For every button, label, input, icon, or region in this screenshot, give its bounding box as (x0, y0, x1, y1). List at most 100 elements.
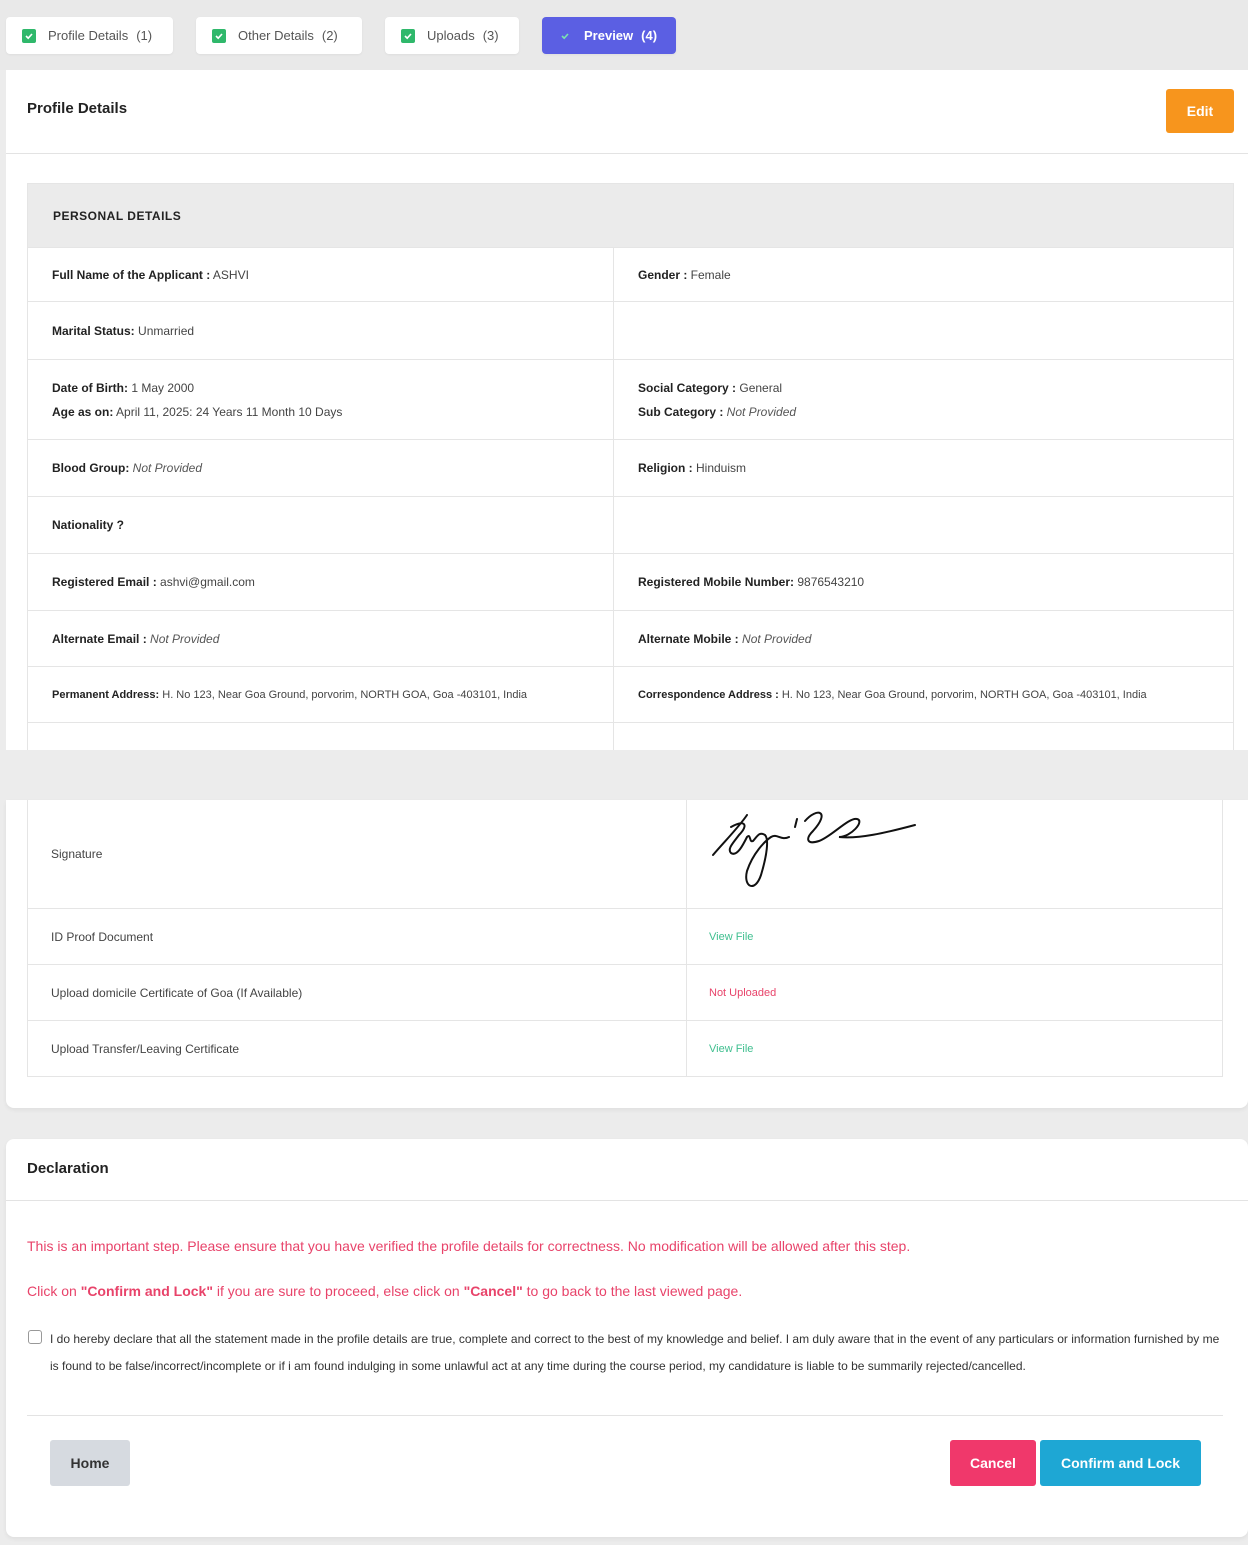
field-label: Correspondence Address : (638, 688, 779, 701)
upload-status-cell: Not Uploaded (687, 965, 1222, 1020)
field-value: April 11, 2025: 24 Years 11 Month 10 Day… (113, 404, 343, 419)
signature-cell (687, 800, 1222, 908)
dob-cell: Date of Birth: 1 May 2000 Age as on: Apr… (28, 360, 614, 439)
blood-group-cell: Blood Group: Not Provided (28, 440, 614, 496)
field-label: Registered Email : (52, 575, 157, 589)
personal-details-table: PERSONAL DETAILS Full Name of the Applic… (27, 183, 1234, 750)
table-row: Alternate Email : Not Provided Alternate… (28, 610, 1233, 666)
tab-number: (4) (641, 28, 658, 43)
empty-cell (614, 497, 1233, 553)
checkbox-checked-icon (22, 28, 36, 43)
field-label: Date of Birth: (52, 380, 128, 395)
field-label: Full Name of the Applicant : (52, 267, 211, 282)
cancel-button[interactable]: Cancel (950, 1440, 1036, 1486)
field-value: H. No 123, Near Goa Ground, porvorim, NO… (159, 688, 528, 701)
field-value: Hinduism (692, 461, 747, 475)
field-value: H. No 123, Near Goa Ground, porvorim, NO… (778, 688, 1147, 701)
alternate-email-cell: Alternate Email : Not Provided (28, 611, 614, 666)
field-label: Alternate Email : (52, 631, 147, 646)
tab-label: Uploads (427, 28, 475, 43)
upload-label: ID Proof Document (28, 909, 687, 964)
field-label: Age as on: (52, 404, 114, 419)
table-row: Permanent Address: H. No 123, Near Goa G… (28, 666, 1233, 722)
field-label: Registered Mobile Number: (638, 575, 795, 589)
field-label: Religion : (638, 461, 693, 475)
upload-label: Upload Transfer/Leaving Certificate (28, 1021, 687, 1076)
field-value: Unmarried (134, 323, 195, 338)
field-label: Alternate Mobile : (638, 631, 739, 646)
table-row-partial (28, 722, 1233, 750)
field-label: Gender : (638, 267, 688, 282)
table-row: Full Name of the Applicant : ASHVI Gende… (28, 247, 1233, 301)
religion-cell: Religion : Hinduism (614, 440, 1233, 496)
correspondence-address-cell: Correspondence Address : H. No 123, Near… (614, 667, 1233, 722)
table-row: ID Proof Document View File (28, 908, 1222, 964)
alternate-mobile-cell: Alternate Mobile : Not Provided (614, 611, 1233, 666)
field-value: Not Provided (146, 631, 220, 646)
check-icon (558, 29, 572, 43)
field-value: General (736, 380, 783, 395)
field-value: Not Provided (129, 461, 203, 475)
step-tabs: Profile Details (1) Other Details (2) Uplo… (0, 0, 1248, 70)
declaration-statement: I do hereby declare that all the stateme… (50, 1332, 1220, 1373)
view-file-link[interactable]: View File (709, 931, 753, 943)
tab-number: (1) (136, 28, 153, 43)
instruction-part: if you are sure to proceed, else click o… (212, 1283, 464, 1299)
declaration-checkbox[interactable] (28, 1330, 42, 1344)
upload-status-cell: View File (687, 909, 1222, 964)
view-file-link[interactable]: View File (709, 1043, 753, 1055)
card-header: Profile Details Edit (6, 70, 1248, 154)
section-heading: PERSONAL DETAILS (28, 184, 1233, 247)
checkbox-checked-icon (401, 28, 415, 43)
field-value: ashvi@gmail.com (156, 575, 255, 589)
confirm-emphasis: "Confirm and Lock" (80, 1283, 213, 1299)
tab-profile-details[interactable]: Profile Details (1) (6, 17, 173, 54)
page-title: Profile Details (27, 100, 128, 117)
table-row: Date of Birth: 1 May 2000 Age as on: Apr… (28, 359, 1233, 439)
tab-label: Profile Details (48, 28, 129, 43)
table-row: Marital Status: Unmarried (28, 301, 1233, 359)
uploads-table: Signature ID Proof Document View File Up… (27, 800, 1223, 1077)
edit-button[interactable]: Edit (1166, 89, 1234, 133)
tab-preview[interactable]: Preview (4) (542, 17, 676, 54)
full-name-cell: Full Name of the Applicant : ASHVI (28, 248, 614, 301)
field-value: Not Provided (723, 404, 797, 419)
tab-other-details[interactable]: Other Details (2) (196, 17, 362, 54)
field-value: ASHVI (210, 267, 249, 282)
divider (27, 1415, 1223, 1416)
cropped-cell (614, 723, 1233, 750)
field-label: Social Category : (638, 380, 737, 395)
gender-cell: Gender : Female (614, 248, 1233, 301)
warning-text: This is an important step. Please ensure… (27, 1238, 911, 1254)
declaration-title: Declaration (27, 1160, 109, 1177)
uploads-card: Signature ID Proof Document View File Up… (6, 800, 1248, 1108)
tab-label: Other Details (238, 28, 314, 43)
field-label: Marital Status: (52, 323, 135, 338)
field-value: 9876543210 (794, 575, 865, 589)
field-label: Blood Group: (52, 461, 130, 475)
tab-number: (3) (482, 28, 499, 43)
field-value: 1 May 2000 (128, 380, 195, 395)
field-label: Nationality ? (52, 518, 125, 532)
instruction-part: Click on (27, 1283, 81, 1299)
upload-label: Upload domicile Certificate of Goa (If A… (28, 965, 687, 1020)
tab-number: (2) (321, 28, 338, 43)
field-value: Female (687, 267, 731, 282)
permanent-address-cell: Permanent Address: H. No 123, Near Goa G… (28, 667, 614, 722)
table-row: Upload Transfer/Leaving Certificate View… (28, 1020, 1222, 1076)
tab-uploads[interactable]: Uploads (3) (385, 17, 519, 54)
signature-image (712, 811, 916, 887)
cropped-cell (28, 723, 614, 750)
profile-details-card: Profile Details Edit PERSONAL DETAILS Fu… (6, 70, 1248, 750)
table-row: Upload domicile Certificate of Goa (If A… (28, 964, 1222, 1020)
home-button[interactable]: Home (50, 1440, 130, 1486)
confirm-and-lock-button[interactable]: Confirm and Lock (1040, 1440, 1201, 1486)
registered-mobile-cell: Registered Mobile Number: 9876543210 (614, 554, 1233, 610)
field-label: Sub Category : (638, 404, 724, 419)
nationality-cell: Nationality ? (28, 497, 614, 553)
field-value: Not Provided (738, 631, 812, 646)
table-row: Nationality ? (28, 496, 1233, 553)
instruction-part: to go back to the last viewed page. (522, 1283, 743, 1299)
marital-status-cell: Marital Status: Unmarried (28, 302, 614, 359)
table-row: Blood Group: Not Provided Religion : Hin… (28, 439, 1233, 496)
